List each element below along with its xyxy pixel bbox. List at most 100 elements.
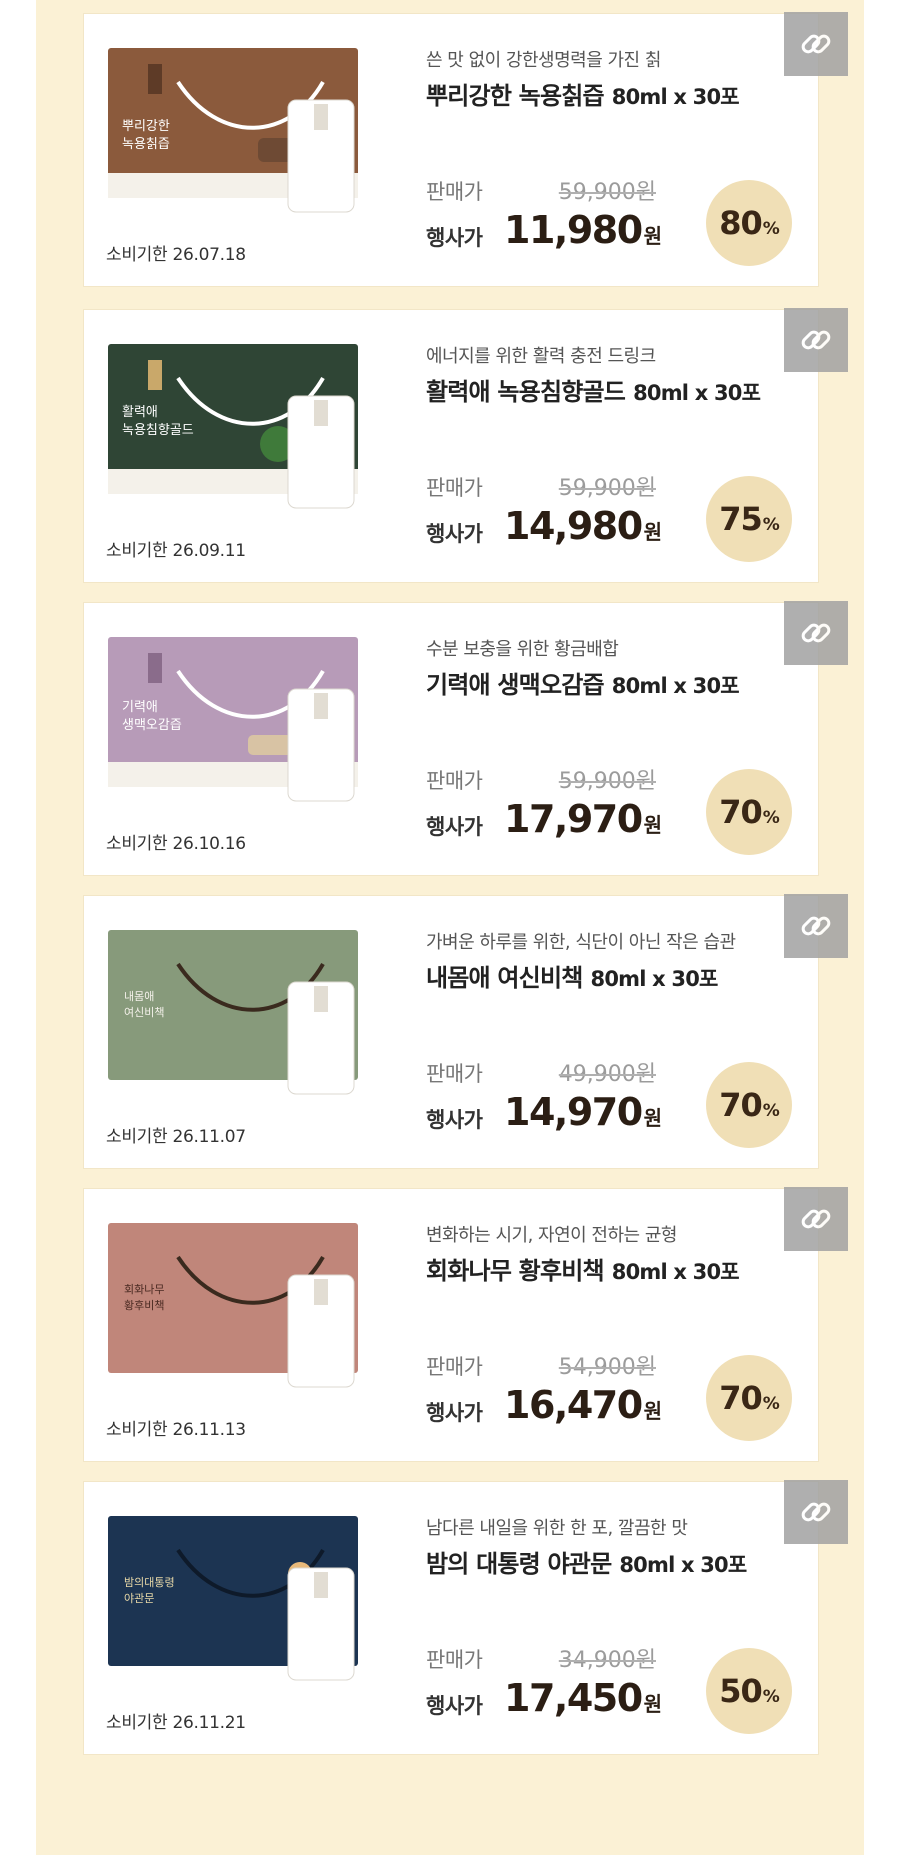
discount-badge: 70% <box>706 1062 792 1148</box>
original-price: 34,900원 <box>558 1648 656 1673</box>
event-price: 11,980 원 <box>504 208 662 252</box>
event-price-amount: 14,980 <box>504 504 643 548</box>
sale-price-label: 판매가 <box>426 476 483 500</box>
product-title[interactable]: 뿌리강한 녹용칡즙 80ml x 30포 <box>426 76 740 111</box>
link-icon <box>801 34 831 54</box>
product-title[interactable]: 밤의 대통령 야관문 80ml x 30포 <box>426 1544 747 1579</box>
event-price-label: 행사가 <box>426 522 483 546</box>
discount-badge: 70% <box>706 1355 792 1441</box>
product-image[interactable]: 뿌리강한 녹용칡즙 <box>108 48 398 218</box>
percent-sign: % <box>762 1394 780 1414</box>
expiry-date: 소비기한 26.11.13 <box>106 1420 246 1440</box>
product-title[interactable]: 기력애 생맥오감즙 80ml x 30포 <box>426 665 740 700</box>
link-icon <box>801 330 831 350</box>
event-price-amount: 16,470 <box>504 1383 643 1427</box>
svg-text:야관문: 야관문 <box>124 1592 154 1605</box>
product-subtitle: 변화하는 시기, 자연이 전하는 균형 <box>426 1225 677 1246</box>
product-name: 밤의 대통령 야관문 <box>426 1550 612 1578</box>
link-icon <box>801 623 831 643</box>
event-price-amount: 11,980 <box>504 208 643 252</box>
product-size: 80ml x 30포 <box>611 85 740 109</box>
event-price-label: 행사가 <box>426 815 483 839</box>
event-price: 14,980 원 <box>504 504 662 548</box>
sale-price-label: 판매가 <box>426 769 483 793</box>
currency-unit: 원 <box>643 520 663 544</box>
event-price: 17,970 원 <box>504 797 662 841</box>
event-price-label: 행사가 <box>426 226 483 250</box>
product-title[interactable]: 활력애 녹용침향골드 80ml x 30포 <box>426 372 761 407</box>
original-price: 49,900원 <box>558 1062 656 1087</box>
link-button[interactable] <box>784 601 848 665</box>
original-price: 59,900원 <box>558 180 656 205</box>
link-button[interactable] <box>784 1187 848 1251</box>
currency-unit: 원 <box>643 224 663 248</box>
event-price-label: 행사가 <box>426 1108 483 1132</box>
svg-text:생맥오감즙: 생맥오감즙 <box>122 718 182 733</box>
currency-unit: 원 <box>643 1106 663 1130</box>
link-button[interactable] <box>784 894 848 958</box>
expiry-date: 소비기한 26.09.11 <box>106 541 246 561</box>
currency-unit: 원 <box>643 813 663 837</box>
product-card[interactable]: 뿌리강한 녹용칡즙 쓴 맛 없이 강한생명력을 가진 칡 뿌리강한 녹용칡즙 80… <box>84 12 848 286</box>
svg-text:밤의대통령: 밤의대통령 <box>124 1576 175 1589</box>
event-price-label: 행사가 <box>426 1401 483 1425</box>
product-image[interactable]: 활력애 녹용침향골드 <box>108 344 398 514</box>
product-size: 80ml x 30포 <box>619 1553 747 1577</box>
sale-price-label: 판매가 <box>426 1355 483 1379</box>
product-title[interactable]: 회화나무 황후비책 80ml x 30포 <box>426 1251 740 1286</box>
product-card[interactable]: 내몸애 여신비책 가벼운 하루를 위한, 식단이 아닌 작은 습관 내몸애 여신… <box>84 894 848 1168</box>
discount-value: 75 <box>719 500 763 538</box>
percent-sign: % <box>762 515 780 535</box>
svg-text:녹용칡즙: 녹용칡즙 <box>122 137 170 152</box>
percent-sign: % <box>762 1101 780 1121</box>
discount-badge: 80% <box>706 180 792 266</box>
original-price: 59,900원 <box>558 769 656 794</box>
product-card[interactable]: 활력애 녹용침향골드 에너지를 위한 활력 충전 드링크 활력애 녹용침향골드 8… <box>84 308 848 582</box>
product-card[interactable]: 회화나무 황후비책 변화하는 시기, 자연이 전하는 균형 회화나무 황후비책 8… <box>84 1187 848 1461</box>
discount-value: 70 <box>719 1379 763 1417</box>
event-price: 17,450 원 <box>504 1676 662 1720</box>
sale-price-label: 판매가 <box>426 180 483 204</box>
product-size: 80ml x 30포 <box>611 674 740 698</box>
discount-value: 70 <box>719 793 763 831</box>
discount-badge: 75% <box>706 476 792 562</box>
event-price-amount: 17,450 <box>504 1676 643 1720</box>
percent-sign: % <box>762 1687 780 1707</box>
svg-text:녹용침향골드: 녹용침향골드 <box>122 423 194 438</box>
product-card[interactable]: 기력애 생맥오감즙 수분 보충을 위한 황금배합 기력애 생맥오감즙 80ml x… <box>84 601 848 875</box>
event-price-amount: 17,970 <box>504 797 643 841</box>
link-button[interactable] <box>784 308 848 372</box>
original-price: 59,900원 <box>558 476 656 501</box>
discount-value: 80 <box>719 204 763 242</box>
product-card[interactable]: 밤의대통령 야관문 남다른 내일을 위한 한 포, 깔끔한 맛 밤의 대통령 야… <box>84 1480 848 1754</box>
currency-unit: 원 <box>643 1692 663 1716</box>
product-subtitle: 가벼운 하루를 위한, 식단이 아닌 작은 습관 <box>426 932 736 953</box>
product-subtitle: 에너지를 위한 활력 충전 드링크 <box>426 346 656 367</box>
svg-text:여신비책: 여신비책 <box>124 1006 164 1019</box>
product-image[interactable]: 기력애 생맥오감즙 <box>108 637 398 807</box>
discount-value: 70 <box>719 1086 763 1124</box>
sale-price-label: 판매가 <box>426 1648 483 1672</box>
link-icon <box>801 1209 831 1229</box>
product-name: 회화나무 황후비책 <box>426 1257 605 1285</box>
link-icon <box>801 916 831 936</box>
percent-sign: % <box>762 219 780 239</box>
product-size: 80ml x 30포 <box>611 1260 740 1284</box>
original-price: 54,900원 <box>558 1355 656 1380</box>
product-size: 80ml x 30포 <box>590 967 719 991</box>
expiry-date: 소비기한 26.07.18 <box>106 245 246 265</box>
sale-price-label: 판매가 <box>426 1062 483 1086</box>
svg-text:뿌리강한: 뿌리강한 <box>122 119 170 134</box>
percent-sign: % <box>762 808 780 828</box>
product-name: 활력애 녹용침향골드 <box>426 378 626 406</box>
product-title[interactable]: 내몸애 여신비책 80ml x 30포 <box>426 958 718 993</box>
product-image[interactable]: 내몸애 여신비책 <box>108 930 398 1100</box>
product-image[interactable]: 회화나무 황후비책 <box>108 1223 398 1393</box>
product-image[interactable]: 밤의대통령 야관문 <box>108 1516 398 1686</box>
discount-value: 50 <box>719 1672 763 1710</box>
svg-text:활력애: 활력애 <box>122 405 158 420</box>
link-button[interactable] <box>784 12 848 76</box>
discount-badge: 50% <box>706 1648 792 1734</box>
link-button[interactable] <box>784 1480 848 1544</box>
expiry-date: 소비기한 26.11.07 <box>106 1127 246 1147</box>
